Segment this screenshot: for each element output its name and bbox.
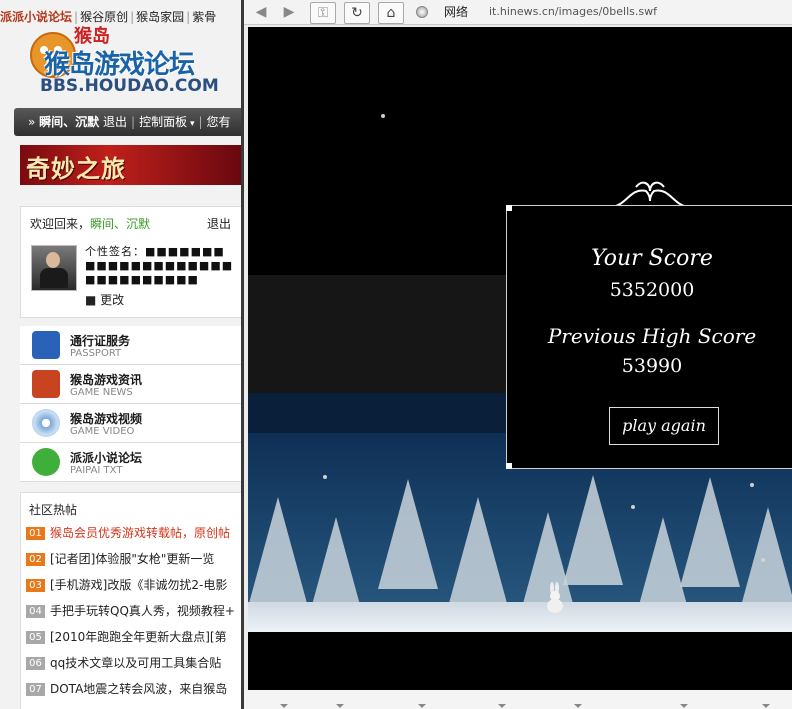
high-score-label: Previous High Score <box>547 324 757 348</box>
scroll-arrow-icon <box>680 704 688 708</box>
news-icon <box>32 370 60 398</box>
userbar-username[interactable]: 瞬间、沉默 <box>39 115 99 129</box>
welcome-greeting: 欢迎回来，瞬间、沉默 <box>30 217 151 231</box>
service-title: 通行证服务 <box>70 334 131 348</box>
service-item-paipai[interactable]: 派派小说论坛 PAIPAI TXT <box>20 443 241 482</box>
nav-link-paipai[interactable]: 派派小说论坛 <box>0 10 72 24</box>
welcome-panel: 欢迎回来，瞬间、沉默 退出 个性签名：■■■■■■■■■■■■■■■■■■■■■… <box>20 206 241 318</box>
game-over-panel: Your Score 5352000 Previous High Score 5… <box>506 205 792 469</box>
high-score-value: 53990 <box>621 355 683 377</box>
hot-post-item[interactable]: 07 DOTA地震之转会风波，来自猴岛 <box>26 679 235 705</box>
snowy-tree <box>680 477 740 587</box>
scroll-arrow-icon <box>418 704 426 708</box>
snowy-tree <box>738 507 792 617</box>
forward-arrow-icon[interactable]: ▶ <box>280 2 298 22</box>
scroll-arrow-icon <box>574 704 582 708</box>
userbar-logout[interactable]: 退出 <box>103 115 127 129</box>
hot-post-title[interactable]: qq技术文章以及可用工具集合贴 <box>50 656 221 670</box>
hot-post-title[interactable]: [手机游戏]改版《非诚勿扰2-电影 <box>50 578 227 592</box>
home-icon[interactable]: ⌂ <box>378 2 404 24</box>
user-bar: » 瞬间、沉默 退出 | 控制面板 ▾ | 您有 <box>14 108 241 136</box>
browser-window: ◀ ▶ ⚿ ↻ ⌂ 网络 it.hinews.cn/images/0bells.… <box>244 0 792 709</box>
hot-post-item[interactable]: 04 手把手玩转QQ真人秀，视频教程+ <box>26 601 235 627</box>
hot-post-title[interactable]: [记者团]体验服"女枪"更新一览 <box>50 552 214 566</box>
scroll-arrow-icon <box>762 704 770 708</box>
hot-post-item[interactable]: 06 qq技术文章以及可用工具集合贴 <box>26 653 235 679</box>
hot-post-item[interactable]: 03 [手机游戏]改版《非诚勿扰2-电影 <box>26 575 235 601</box>
hot-post-title[interactable]: DOTA地震之转会风波，来自猴岛 <box>50 682 227 696</box>
rank-badge: 02 <box>26 553 45 566</box>
score-label: Your Score <box>591 246 713 271</box>
status-bar <box>244 690 792 709</box>
browser-toolbar: ◀ ▶ ⚿ ↻ ⌂ 网络 it.hinews.cn/images/0bells.… <box>244 0 792 25</box>
signature-text: 个性签名：■■■■■■■■■■■■■■■■■■■■■■■■■■■■■■ <box>85 245 234 286</box>
service-title: 猴岛游戏视频 <box>70 412 143 426</box>
hot-post-item[interactable]: 02 [记者团]体验服"女枪"更新一览 <box>26 549 235 575</box>
top-navigation: 派派小说论坛 | 猴谷原创 | 猴岛家园 | 紫骨 <box>0 10 217 24</box>
scroll-arrow-icon <box>280 704 288 708</box>
score-value: 5352000 <box>609 279 695 301</box>
scroll-arrow-icon <box>498 704 506 708</box>
address-bar[interactable]: it.hinews.cn/images/0bells.swf <box>489 3 789 21</box>
service-list: 通行证服务 PASSPORT 猴岛游戏资讯 GAME NEWS 猴岛游戏视频 G… <box>20 326 241 482</box>
flash-game-canvas[interactable]: Your Score 5352000 Previous High Score 5… <box>248 27 792 690</box>
snowflake <box>631 505 635 509</box>
service-subtitle: GAME NEWS <box>70 387 133 398</box>
snowy-tree <box>448 497 508 607</box>
hot-post-item[interactable]: 01 猴岛会员优秀游戏转载帖，原创帖 <box>26 523 235 549</box>
snowy-tree <box>248 497 308 607</box>
service-subtitle: PAIPAI TXT <box>70 465 123 476</box>
refresh-icon[interactable]: ↻ <box>344 2 370 24</box>
hot-post-title[interactable]: 手把手玩转QQ真人秀，视频教程+ <box>50 604 235 618</box>
rank-badge: 04 <box>26 605 45 618</box>
snowflake <box>381 114 385 118</box>
hot-posts-panel: 社区热帖 01 猴岛会员优秀游戏转载帖，原创帖 02 [记者团]体验服"女枪"更新一览… <box>20 492 241 709</box>
snowflake <box>323 475 327 479</box>
snow-ground <box>248 602 792 632</box>
play-again-button[interactable]: play again <box>609 407 719 445</box>
forum-sidebar: 派派小说论坛 | 猴谷原创 | 猴岛家园 | 紫骨 猴岛 猴岛游戏论坛 BBS.HOUDAO… <box>0 0 241 709</box>
dvd-icon <box>32 409 60 437</box>
avatar[interactable] <box>31 245 77 291</box>
chat-bubble-icon <box>32 448 60 476</box>
rank-badge: 07 <box>26 683 45 696</box>
hot-posts-list: 01 猴岛会员优秀游戏转载帖，原创帖 02 [记者团]体验服"女枪"更新一览 03 [手机… <box>26 523 235 705</box>
rank-badge: 05 <box>26 631 45 644</box>
bunny-player <box>547 582 563 613</box>
rank-badge: 01 <box>26 527 45 540</box>
promo-banner[interactable]: 奇妙之旅 <box>20 145 241 185</box>
service-item-news[interactable]: 猴岛游戏资讯 GAME NEWS <box>20 365 241 404</box>
service-subtitle: GAME VIDEO <box>70 426 135 437</box>
key-icon[interactable]: ⚿ <box>310 2 336 24</box>
hot-post-title[interactable]: [2010年跑跑全年更新大盘点][第 <box>50 630 227 644</box>
rank-badge: 06 <box>26 657 45 670</box>
logo-url: BBS.HOUDAO.COM <box>40 76 219 96</box>
welcome-username[interactable]: 瞬间、沉默 <box>90 217 150 231</box>
scroll-arrow-icon <box>336 704 344 708</box>
service-title: 派派小说论坛 <box>70 451 143 465</box>
nav-link-home[interactable]: 猴岛家园 <box>136 10 184 24</box>
edit-signature-link[interactable]: ■ 更改 <box>85 291 124 308</box>
service-title: 猴岛游戏资讯 <box>70 373 143 387</box>
network-label: 网络 <box>444 5 469 19</box>
userbar-notifications[interactable]: 您有 <box>207 115 231 129</box>
hot-post-item[interactable]: 05 [2010年跑跑全年更新大盘点][第 <box>26 627 235 653</box>
service-subtitle: PASSPORT <box>70 348 122 359</box>
network-status-icon <box>416 6 428 18</box>
rank-badge: 03 <box>26 579 45 592</box>
snowflake <box>750 483 754 487</box>
hot-post-title[interactable]: 猴岛会员优秀游戏转载帖，原创帖 <box>50 526 230 540</box>
service-item-video[interactable]: 猴岛游戏视频 GAME VIDEO <box>20 404 241 443</box>
userbar-control-panel[interactable]: 控制面板 <box>139 115 187 129</box>
service-item-passport[interactable]: 通行证服务 PASSPORT <box>20 326 241 365</box>
snowy-tree <box>378 479 438 589</box>
nav-link-more[interactable]: 紫骨 <box>192 10 216 24</box>
hot-posts-title: 社区热帖 <box>29 503 78 517</box>
snowy-tree <box>563 475 623 585</box>
welcome-logout-link[interactable]: 退出 <box>207 215 231 232</box>
passport-icon <box>32 331 60 359</box>
back-arrow-icon[interactable]: ◀ <box>252 2 270 22</box>
chevron-right-icon: » <box>28 115 36 129</box>
banner-text: 奇妙之旅 <box>26 154 126 183</box>
